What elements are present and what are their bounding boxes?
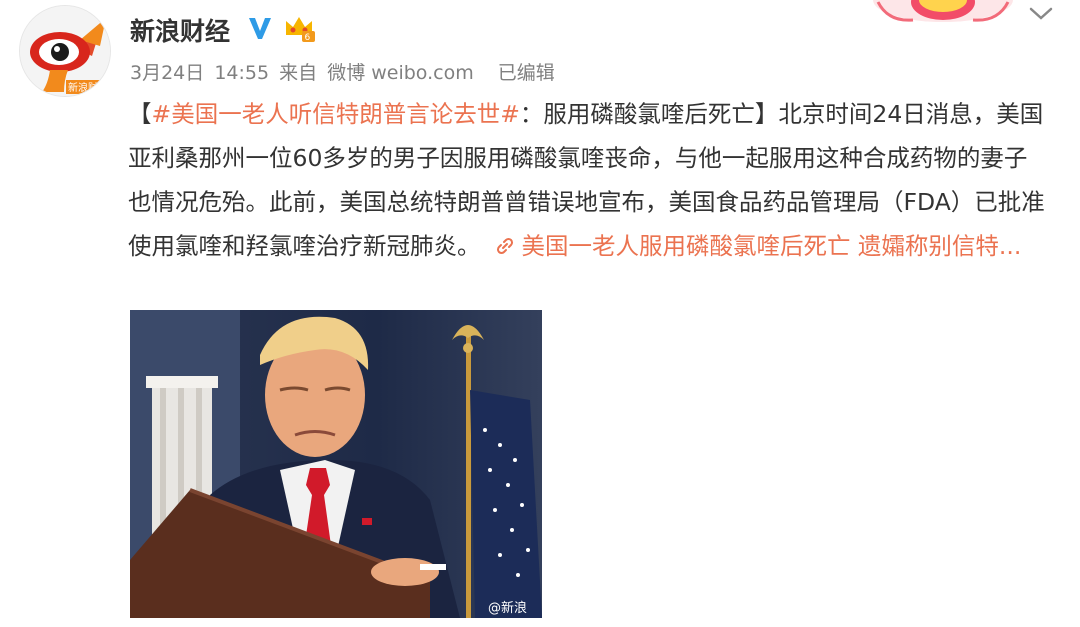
edited-label[interactable]: 已编辑 [498, 62, 555, 84]
headline-rest: ：服用磷酸氯喹后死亡 [519, 100, 755, 128]
source-prefix: 来自 [279, 62, 318, 84]
post-time[interactable]: 14:55 [214, 62, 269, 84]
headline-bracket-open: 【 [128, 100, 152, 128]
svg-text:6: 6 [305, 33, 311, 43]
post-source[interactable]: 微博 weibo.com [327, 62, 474, 84]
avatar[interactable]: 新浪财 [20, 6, 110, 96]
post-text: 【#美国一老人听信特朗普言论去世#：服用磷酸氯喹后死亡】北京时间24日消息，美国… [128, 92, 1048, 268]
chevron-down-icon[interactable] [1026, 0, 1056, 26]
article-link-text: 美国一老人服用磷酸氯喹后死亡 遗孀称别信特... [521, 232, 1022, 260]
headline-bracket-close: 】 [754, 100, 779, 128]
post-date[interactable]: 3月24日 [130, 62, 204, 84]
post-meta: 3月24日 14:55 来自 微博 weibo.com 已编辑 [130, 58, 559, 85]
article-link[interactable]: 美国一老人服用磷酸氯喹后死亡 遗孀称别信特... [495, 232, 1021, 260]
post-photo[interactable] [130, 310, 542, 618]
user-name[interactable]: 新浪财经 [130, 12, 230, 48]
photo-illustration [130, 310, 542, 618]
avatar-text: 新浪财 [68, 81, 98, 94]
crown-icon[interactable]: 6 [283, 13, 317, 43]
festival-badge-icon [873, 0, 1013, 22]
link-icon [497, 237, 514, 255]
photo-watermark: @新浪 [488, 601, 528, 616]
sina-logo-icon: 新浪财 [20, 6, 110, 96]
verified-v-icon [249, 18, 271, 39]
hashtag-link[interactable]: #美国一老人听信特朗普言论去世# [152, 100, 520, 128]
